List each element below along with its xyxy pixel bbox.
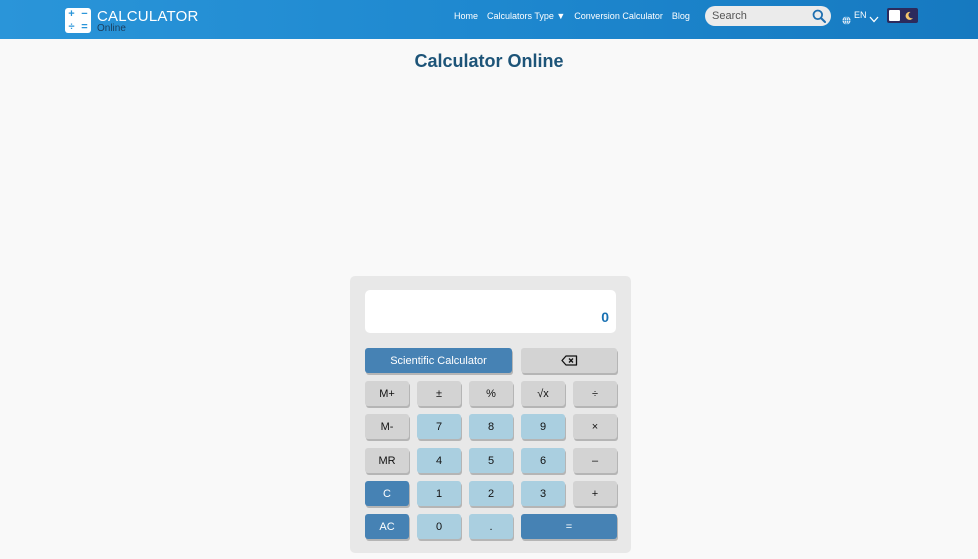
- chevron-down-icon: [869, 16, 879, 23]
- digit-2-button[interactable]: 2: [469, 481, 513, 506]
- nav-conversion-calculator[interactable]: Conversion Calculator: [574, 11, 663, 21]
- backspace-button[interactable]: [521, 348, 617, 373]
- equals-button[interactable]: =: [521, 514, 617, 539]
- divide-button[interactable]: ÷: [573, 381, 617, 406]
- all-clear-button[interactable]: AC: [365, 514, 409, 539]
- search-icon[interactable]: [812, 9, 826, 23]
- calculator-display: 0: [365, 290, 616, 333]
- subtract-button[interactable]: –: [573, 448, 617, 473]
- digit-6-button[interactable]: 6: [521, 448, 565, 473]
- digit-9-button[interactable]: 9: [521, 414, 565, 439]
- digit-7-button[interactable]: 7: [417, 414, 461, 439]
- search-box: [705, 6, 831, 26]
- digit-3-button[interactable]: 3: [521, 481, 565, 506]
- memory-add-button[interactable]: M+: [365, 381, 409, 406]
- nav-blog[interactable]: Blog: [672, 11, 690, 21]
- logo-title: CALCULATOR: [97, 8, 199, 25]
- theme-toggle[interactable]: [887, 8, 918, 23]
- clear-button[interactable]: C: [365, 481, 409, 506]
- digit-8-button[interactable]: 8: [469, 414, 513, 439]
- language-label: EN: [854, 10, 867, 20]
- digit-4-button[interactable]: 4: [417, 448, 461, 473]
- plus-minus-button[interactable]: ±: [417, 381, 461, 406]
- scientific-calculator-button[interactable]: Scientific Calculator: [365, 348, 512, 373]
- multiply-button[interactable]: ×: [573, 414, 617, 439]
- digit-1-button[interactable]: 1: [417, 481, 461, 506]
- moon-icon: [905, 11, 913, 20]
- main-nav: Home Calculators Type ▼ Conversion Calcu…: [454, 11, 699, 21]
- header: + − ÷ = CALCULATOR Online Home Calculato…: [0, 0, 978, 39]
- calculator: 0 Scientific Calculator M+ ± % √x ÷ M- 7…: [350, 276, 631, 553]
- memory-recall-button[interactable]: MR: [365, 448, 409, 473]
- percent-button[interactable]: %: [469, 381, 513, 406]
- equals-symbol: =: [81, 20, 88, 33]
- logo-subtitle: Online: [97, 23, 126, 34]
- memory-subtract-button[interactable]: M-: [365, 414, 409, 439]
- digit-0-button[interactable]: 0: [417, 514, 461, 539]
- square-root-button[interactable]: √x: [521, 381, 565, 406]
- toggle-knob: [889, 10, 900, 21]
- globe-icon: [842, 16, 851, 25]
- logo-text: CALCULATOR Online: [97, 8, 198, 34]
- add-button[interactable]: +: [573, 481, 617, 506]
- divide-symbol: ÷: [68, 20, 75, 33]
- digit-5-button[interactable]: 5: [469, 448, 513, 473]
- site-logo[interactable]: + − ÷ = CALCULATOR Online: [65, 8, 198, 34]
- search-input[interactable]: [712, 10, 807, 22]
- calculator-logo-icon: + − ÷ =: [65, 8, 91, 33]
- nav-home[interactable]: Home: [454, 11, 478, 21]
- nav-calculators-type[interactable]: Calculators Type ▼: [487, 11, 565, 21]
- backspace-icon: [560, 355, 577, 366]
- plus-symbol: +: [68, 8, 75, 20]
- language-selector[interactable]: EN: [842, 10, 879, 25]
- page-title: Calculator Online: [414, 51, 564, 71]
- decimal-button[interactable]: .: [469, 514, 513, 539]
- minus-symbol: −: [81, 8, 88, 20]
